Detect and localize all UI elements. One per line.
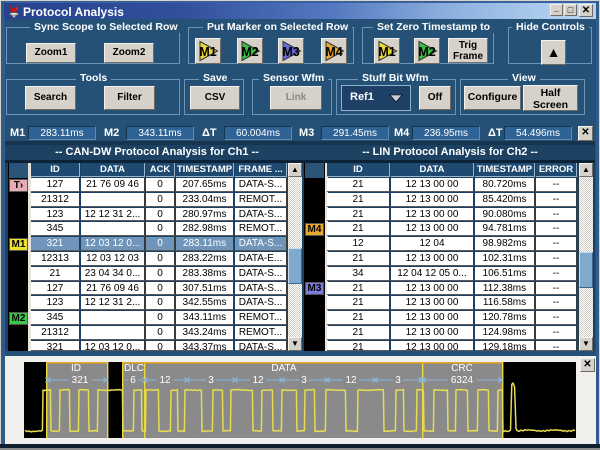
svg-text:12: 12	[252, 375, 264, 386]
svg-text:3: 3	[301, 375, 307, 386]
svg-text:DATA: DATA	[271, 363, 297, 374]
svg-text:DLC: DLC	[124, 363, 144, 374]
svg-text:3: 3	[208, 375, 214, 386]
svg-text:12: 12	[159, 375, 171, 386]
svg-text:M1: M1	[378, 45, 395, 59]
svg-text:321: 321	[72, 375, 89, 386]
svg-text:6324: 6324	[451, 375, 474, 386]
svg-text:M2: M2	[418, 45, 435, 59]
svg-text:M1: M1	[199, 45, 216, 59]
svg-text:M4: M4	[325, 45, 342, 59]
svg-text:M3: M3	[282, 45, 299, 59]
svg-text:ID: ID	[71, 363, 81, 374]
svg-text:6: 6	[130, 375, 136, 386]
svg-text:12: 12	[345, 375, 357, 386]
svg-text:3: 3	[395, 375, 401, 386]
svg-text:CRC: CRC	[451, 363, 473, 374]
svg-text:M2: M2	[241, 45, 258, 59]
